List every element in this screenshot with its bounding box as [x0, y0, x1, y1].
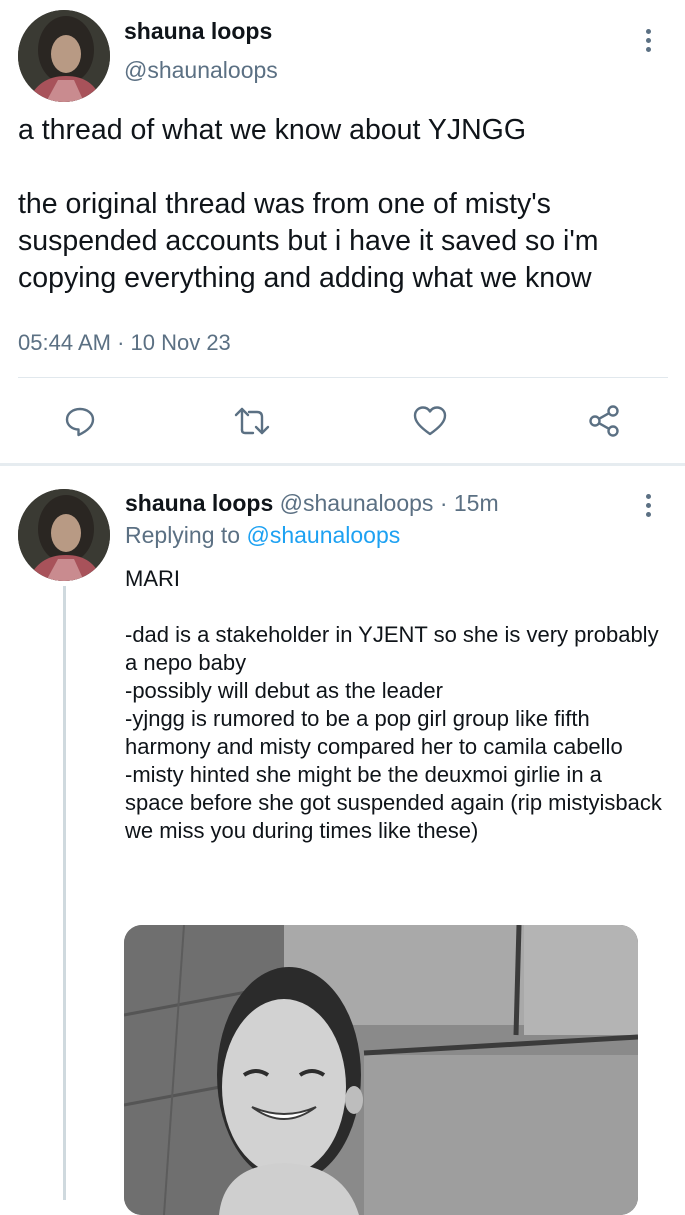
- more-options-icon[interactable]: [636, 488, 660, 522]
- tweet-paragraph: a thread of what we know about YJNGG: [18, 114, 527, 146]
- section-divider: [0, 463, 685, 466]
- reply-line: -dad is a stakeholder in YJENT so she is…: [125, 622, 659, 675]
- mention-link[interactable]: @shaunaloops: [246, 522, 400, 548]
- tweet-timestamp[interactable]: 05:44 AM · 10 Nov 23: [18, 330, 231, 356]
- replying-to-label: Replying to: [125, 522, 241, 548]
- more-options-icon[interactable]: [636, 23, 660, 57]
- handle-and-time[interactable]: @shaunaloops · 15m: [280, 490, 499, 516]
- reply-heading: MARI: [125, 566, 180, 591]
- reply-text: MARI -dad is a stakeholder in YJENT so s…: [125, 565, 665, 845]
- avatar[interactable]: [18, 10, 110, 102]
- avatar[interactable]: [18, 489, 110, 581]
- reply-line: -possibly will debut as the leader: [125, 678, 443, 703]
- replying-to: Replying to @shaunaloops: [125, 522, 400, 549]
- display-name[interactable]: shauna loops: [124, 18, 272, 45]
- user-handle[interactable]: @shaunaloops: [124, 57, 278, 84]
- reply-icon[interactable]: [60, 401, 100, 441]
- divider: [18, 377, 668, 378]
- like-icon[interactable]: [410, 401, 450, 441]
- display-name[interactable]: shauna loops: [125, 490, 273, 516]
- tweet-text: a thread of what we know about YJNGG the…: [18, 112, 678, 297]
- share-icon[interactable]: [584, 401, 624, 441]
- retweet-icon[interactable]: [232, 401, 272, 441]
- thread-connector-line: [63, 586, 66, 1200]
- tweet-paragraph: the original thread was from one of mist…: [18, 188, 599, 294]
- reply-header: shauna loops @shaunaloops · 15m: [125, 490, 499, 517]
- attached-photo[interactable]: [124, 925, 638, 1215]
- reply-line: -misty hinted she might be the deuxmoi g…: [125, 762, 662, 843]
- reply-line: -yjngg is rumored to be a pop girl group…: [125, 706, 623, 759]
